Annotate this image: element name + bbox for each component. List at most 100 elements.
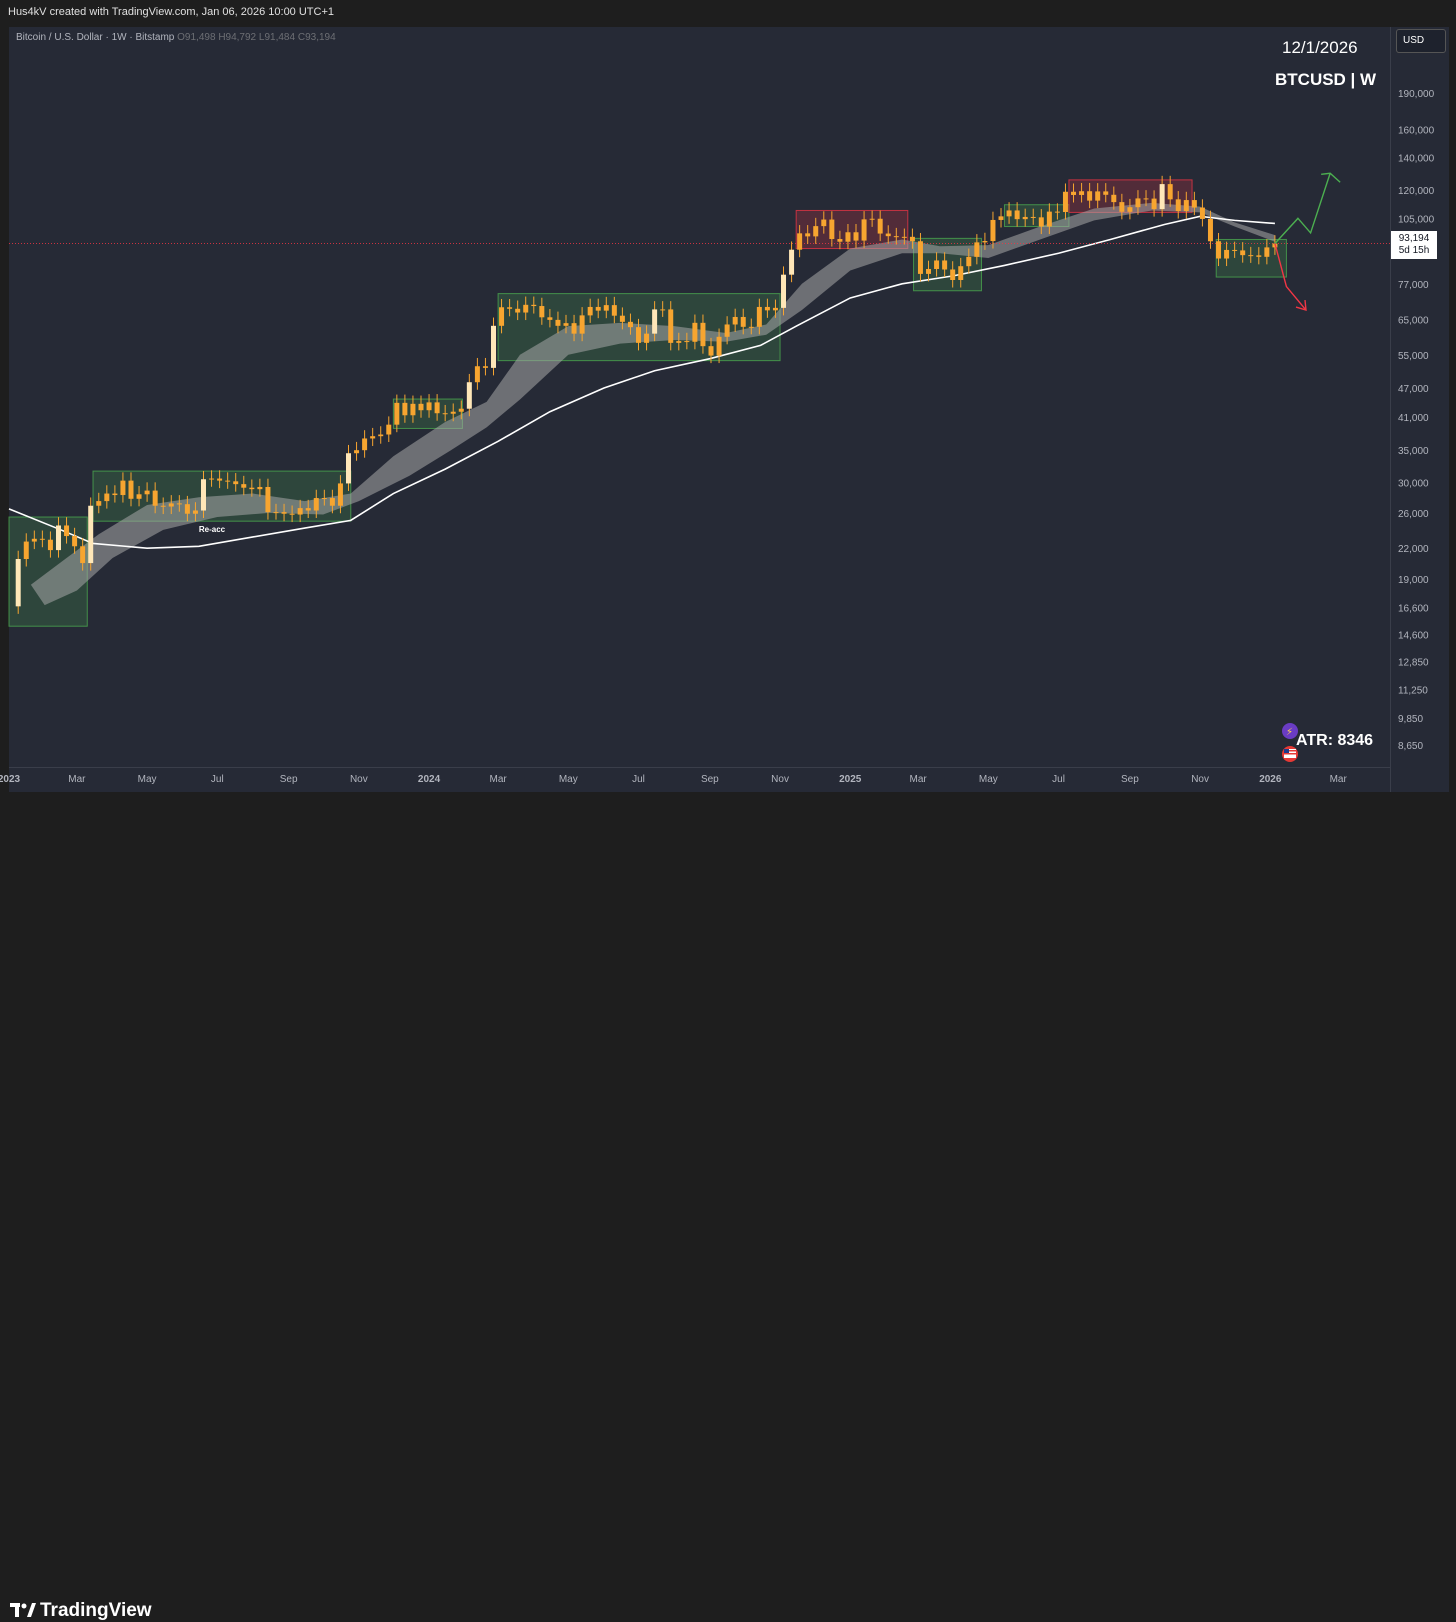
candle-body: [1232, 249, 1238, 251]
tradingview-brand[interactable]: TradingView: [10, 1600, 152, 1622]
candle-body: [128, 480, 134, 499]
x-tick-label: Mar: [68, 774, 86, 785]
x-tick-label: Mar: [1330, 774, 1348, 785]
bar-countdown: 5d 15h: [1398, 245, 1430, 256]
candle-body: [233, 481, 239, 485]
candle-body: [748, 326, 754, 328]
candle-body: [1127, 207, 1133, 212]
x-tick-label: Sep: [280, 774, 298, 785]
candle-body: [676, 341, 682, 343]
last-price-value: 93,194: [1398, 233, 1430, 244]
candle-body: [724, 324, 730, 337]
currency-button[interactable]: USD: [1396, 29, 1446, 53]
candle-body: [1199, 207, 1205, 219]
candle-body: [337, 483, 343, 506]
candle-body: [273, 512, 279, 514]
candle-body: [539, 306, 545, 318]
candle-body: [120, 480, 126, 496]
x-tick-label: Nov: [771, 774, 789, 785]
candle-body: [1240, 250, 1246, 256]
symbol-info: Bitcoin / U.S. Dollar · 1W · Bitstamp O9…: [16, 32, 336, 43]
candle-body: [1207, 218, 1213, 242]
candle-body: [402, 402, 408, 416]
candle-body: [732, 316, 738, 325]
candle-body: [781, 274, 787, 308]
candle-body: [386, 424, 392, 435]
y-tick-label: 55,000: [1398, 351, 1429, 362]
x-tick-label: Jul: [632, 774, 645, 785]
candle-body: [474, 366, 480, 383]
x-tick-label: Sep: [701, 774, 719, 785]
candle-body: [192, 510, 198, 514]
candle-body: [370, 436, 376, 439]
candle-body: [853, 232, 859, 241]
zone-labels: Re-acc: [199, 525, 226, 534]
candle-body: [708, 346, 714, 356]
candle-body: [627, 321, 633, 328]
candle-body: [684, 341, 690, 343]
candle-body: [136, 494, 142, 499]
candle-body: [257, 486, 263, 490]
candle-body: [482, 366, 488, 368]
projection-up-line: [1274, 173, 1331, 244]
candle-body: [241, 484, 247, 488]
candle-body: [168, 503, 174, 507]
y-tick-label: 140,000: [1398, 154, 1435, 165]
annotation-date: 12/1/2026: [1282, 38, 1358, 57]
candle-body: [716, 336, 722, 356]
candle-body: [160, 505, 166, 507]
candle-body: [660, 309, 666, 311]
candle-body: [1022, 216, 1028, 220]
annotation-ticker: BTCUSD | W: [1275, 70, 1377, 89]
tradingview-logo-icon: [10, 1603, 36, 1617]
y-tick-label: 12,850: [1398, 658, 1429, 669]
candle-body: [410, 403, 416, 416]
candle-body: [418, 403, 424, 411]
candle-body: [636, 327, 642, 343]
brand-name: TradingView: [40, 1600, 152, 1621]
candle-body: [491, 325, 496, 368]
candle-body: [1111, 194, 1117, 203]
candle-body: [23, 541, 29, 560]
candle-body: [1014, 210, 1020, 220]
x-tick-label: 2025: [839, 774, 862, 785]
candle-body: [217, 478, 223, 481]
candle-body: [104, 493, 110, 502]
candle-body: [1191, 200, 1197, 208]
candle-body: [603, 305, 609, 311]
candle-body: [152, 490, 158, 506]
candle-body: [950, 269, 956, 280]
candle-body: [55, 525, 61, 551]
y-tick-label: 9,850: [1398, 714, 1423, 725]
candle-body: [265, 486, 271, 513]
y-tick-label: 26,000: [1398, 509, 1429, 520]
candle-body: [942, 260, 948, 270]
candle-body: [829, 219, 835, 240]
candle-body: [362, 438, 368, 451]
candle-body: [458, 408, 464, 412]
candle-body: [1119, 202, 1125, 212]
candle-body: [1264, 247, 1270, 257]
candle-body: [345, 453, 351, 484]
candle-body: [144, 490, 150, 495]
candle-body: [1256, 255, 1262, 257]
y-tick-label: 35,000: [1398, 446, 1429, 457]
candle-body: [72, 536, 78, 547]
candle-body: [1030, 216, 1036, 218]
candle-body: [869, 218, 875, 220]
y-tick-label: 8,650: [1398, 741, 1423, 752]
x-tick-label: May: [138, 774, 157, 785]
projection-up-arrowhead: [1321, 172, 1341, 183]
high-value: H94,792: [218, 32, 257, 43]
candle-body: [772, 307, 778, 311]
footer: TradingView: [0, 792, 1456, 1621]
x-tick-label: Mar: [489, 774, 507, 785]
zones: [8, 179, 1287, 627]
re-acc-label: Re-acc: [199, 525, 226, 534]
candle-body: [31, 538, 37, 542]
candle-body: [466, 382, 472, 409]
candle-body: [764, 306, 770, 311]
y-tick-label: 19,000: [1398, 575, 1429, 586]
candle-body: [1071, 191, 1077, 195]
candle-body: [926, 268, 932, 274]
